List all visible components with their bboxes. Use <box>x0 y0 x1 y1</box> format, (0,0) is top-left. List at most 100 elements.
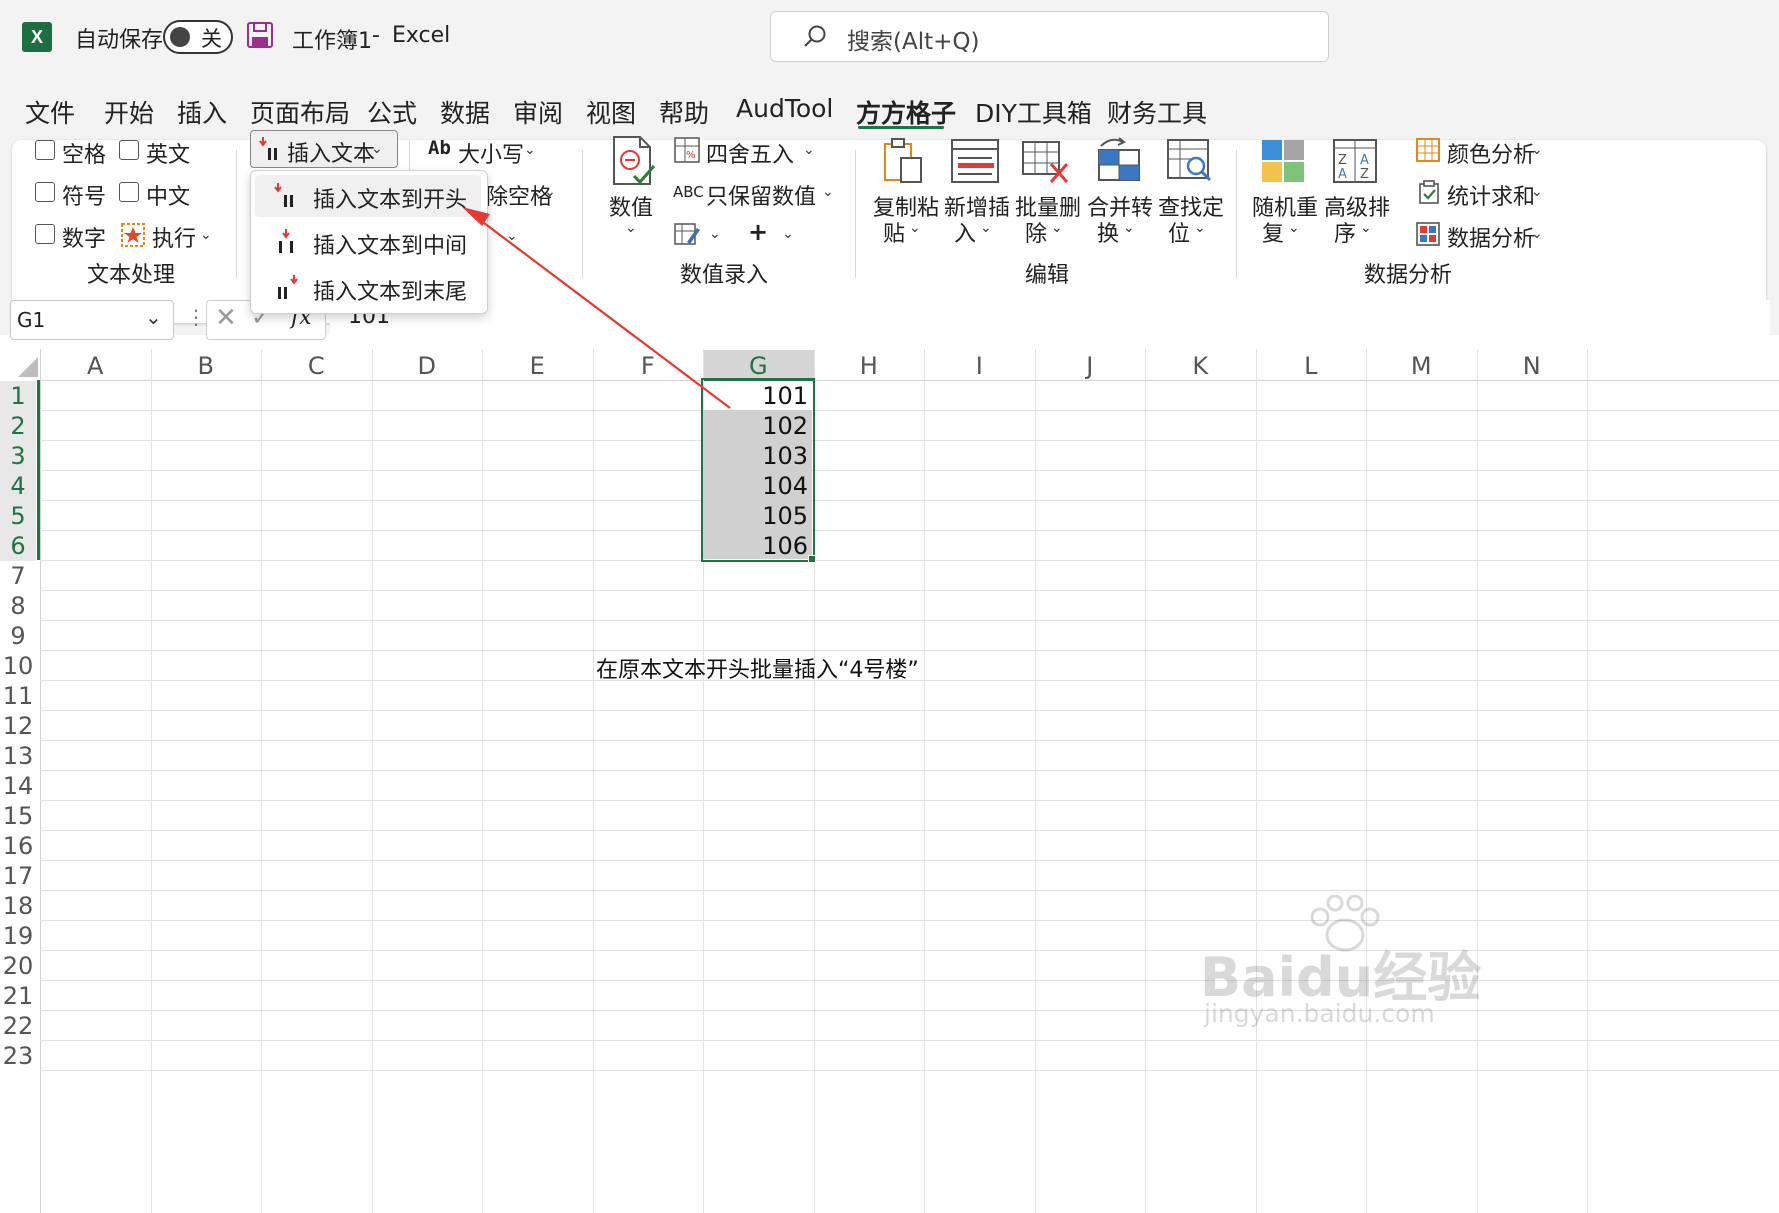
search-box[interactable]: 搜索(Alt+Q) <box>770 11 1329 62</box>
row-header-18[interactable]: 18 <box>0 891 36 921</box>
row-header-23[interactable]: 23 <box>0 1041 36 1071</box>
plus-button[interactable]: + ⌄ <box>748 218 800 250</box>
more-icon[interactable]: ⋮ <box>186 305 206 329</box>
tab-file[interactable]: 文件 <box>25 94 75 130</box>
remove-space-button[interactable]: 除空格 ⌄ <box>486 176 566 210</box>
insert-text-button[interactable]: 插入文本 ⌄ <box>250 130 398 168</box>
fill-handle[interactable] <box>808 555 816 563</box>
delete-table-icon <box>1022 141 1069 183</box>
checkbox-number[interactable] <box>35 224 55 244</box>
name-box-field[interactable]: G1 ⌄ <box>10 300 174 340</box>
row-header-20[interactable]: 20 <box>0 951 36 981</box>
cell-g3[interactable]: 103 <box>705 442 808 470</box>
row-header-17[interactable]: 17 <box>0 861 36 891</box>
edit-form-button[interactable]: ⌄ <box>673 218 725 250</box>
round-button[interactable]: % 四舍五入 ⌄ <box>673 134 823 168</box>
tab-diy[interactable]: DIY工具箱 <box>975 94 1092 130</box>
cell-g4[interactable]: 104 <box>705 472 808 500</box>
copy-paste-button[interactable]: 复制粘 贴 ⌄ <box>873 134 939 247</box>
chevron-down-icon[interactable]: ⌄ <box>145 305 162 329</box>
column-header-m[interactable]: M <box>1366 350 1477 382</box>
column-header-b[interactable]: B <box>151 350 262 382</box>
row-header-8[interactable]: 8 <box>0 591 36 621</box>
menu-item-insert-start[interactable]: 插入文本到开头 <box>255 175 481 217</box>
row-header-22[interactable]: 22 <box>0 1011 36 1041</box>
row-gridline <box>40 980 1779 981</box>
tab-formulas[interactable]: 公式 <box>367 94 417 130</box>
formula-input[interactable]: 101 <box>330 300 1770 338</box>
column-header-j[interactable]: J <box>1035 350 1146 382</box>
insert-text-dropdown: 插入文本到开头 插入文本到中间 插入文本到末尾 <box>250 170 488 314</box>
row-header-16[interactable]: 16 <box>0 831 36 861</box>
row-header-12[interactable]: 12 <box>0 711 36 741</box>
color-analysis-button[interactable]: 颜色分析 ⌄ <box>1415 134 1550 168</box>
tab-view[interactable]: 视图 <box>586 94 636 130</box>
tab-home[interactable]: 开始 <box>104 94 154 130</box>
menu-item-insert-end[interactable]: 插入文本到末尾 <box>255 267 481 309</box>
row-header-9[interactable]: 9 <box>0 621 36 651</box>
checkbox-english[interactable] <box>119 140 139 160</box>
row-header-21[interactable]: 21 <box>0 981 36 1011</box>
column-header-i[interactable]: I <box>924 350 1035 382</box>
tab-page-layout[interactable]: 页面布局 <box>250 94 350 130</box>
cell-g2[interactable]: 102 <box>705 412 808 440</box>
column-header-l[interactable]: L <box>1256 350 1367 382</box>
column-header-n[interactable]: N <box>1477 350 1588 382</box>
checkbox-chinese[interactable] <box>119 182 139 202</box>
tab-help[interactable]: 帮助 <box>659 94 709 130</box>
row-header-2[interactable]: 2 <box>0 411 36 441</box>
row-header-4[interactable]: 4 <box>0 471 36 501</box>
row-header-14[interactable]: 14 <box>0 771 36 801</box>
row-header-7[interactable]: 7 <box>0 561 36 591</box>
checkbox-symbol[interactable] <box>35 182 55 202</box>
column-header-d[interactable]: D <box>372 350 483 382</box>
column-header-h[interactable]: H <box>814 350 925 382</box>
value-button[interactable]: 数值 ⌄ <box>604 134 658 244</box>
cell-g6[interactable]: 106 <box>705 532 808 560</box>
stat-sum-button[interactable]: 统计求和 ⌄ <box>1415 176 1550 210</box>
row-header-13[interactable]: 13 <box>0 741 36 771</box>
cancel-icon[interactable]: ✕ <box>215 303 237 333</box>
tab-finance[interactable]: 财务工具 <box>1107 94 1207 130</box>
save-icon[interactable] <box>247 22 273 48</box>
tab-fangfang[interactable]: 方方格子 <box>856 94 956 130</box>
column-header-e[interactable]: E <box>482 350 593 382</box>
tab-audtool[interactable]: AudTool <box>736 94 833 123</box>
batch-delete-button[interactable]: 批量删 除 ⌄ <box>1015 134 1081 247</box>
cell-g1[interactable]: 101 <box>705 382 808 410</box>
column-header-g[interactable]: G <box>703 350 814 381</box>
tab-insert[interactable]: 插入 <box>177 94 227 130</box>
new-insert-button[interactable]: 新增插 入 ⌄ <box>944 134 1010 247</box>
row-header-3[interactable]: 3 <box>0 441 36 471</box>
column-header-a[interactable]: A <box>40 350 151 382</box>
chevron-down-icon[interactable]: ⌄ <box>506 228 518 244</box>
checkbox-space[interactable] <box>35 140 55 160</box>
search-placeholder: 搜索(Alt+Q) <box>847 29 980 55</box>
row-header-19[interactable]: 19 <box>0 921 36 951</box>
select-all-corner[interactable] <box>0 349 41 380</box>
advanced-sort-button[interactable]: ZAAZ 高级排 序 ⌄ <box>1324 134 1390 247</box>
keep-value-button[interactable]: ABC 只保留数值 ⌄ <box>673 176 843 210</box>
column-header-f[interactable]: F <box>593 350 704 382</box>
column-header-k[interactable]: K <box>1145 350 1256 382</box>
row-header-6[interactable]: 6 <box>0 531 36 561</box>
tab-data[interactable]: 数据 <box>440 94 490 130</box>
row-header-15[interactable]: 15 <box>0 801 36 831</box>
row-header-1[interactable]: 1 <box>0 381 36 411</box>
random-repeat-button[interactable]: 随机重 复 ⌄ <box>1252 134 1318 247</box>
data-analysis-button[interactable]: 数据分析 ⌄ <box>1415 218 1550 252</box>
column-header-c[interactable]: C <box>261 350 372 382</box>
find-locate-button[interactable]: 查找定 位 ⌄ <box>1158 134 1224 247</box>
menu-item-insert-middle[interactable]: 插入文本到中间 <box>255 221 481 263</box>
tab-review[interactable]: 审阅 <box>513 94 563 130</box>
chevron-down-icon: ⌄ <box>803 142 815 158</box>
cell-g5[interactable]: 105 <box>705 502 808 530</box>
merge-convert-button[interactable]: 合并转 换 ⌄ <box>1087 134 1153 247</box>
chevron-down-icon: ⌄ <box>371 141 383 157</box>
row-header-5[interactable]: 5 <box>0 501 36 531</box>
case-button[interactable]: Ab 大小写 ⌄ <box>428 134 548 168</box>
row-header-10[interactable]: 10 <box>0 651 36 681</box>
execute-button[interactable]: 执行 ⌄ <box>118 219 218 252</box>
autosave-toggle[interactable]: 关 <box>163 20 233 54</box>
row-header-11[interactable]: 11 <box>0 681 36 711</box>
